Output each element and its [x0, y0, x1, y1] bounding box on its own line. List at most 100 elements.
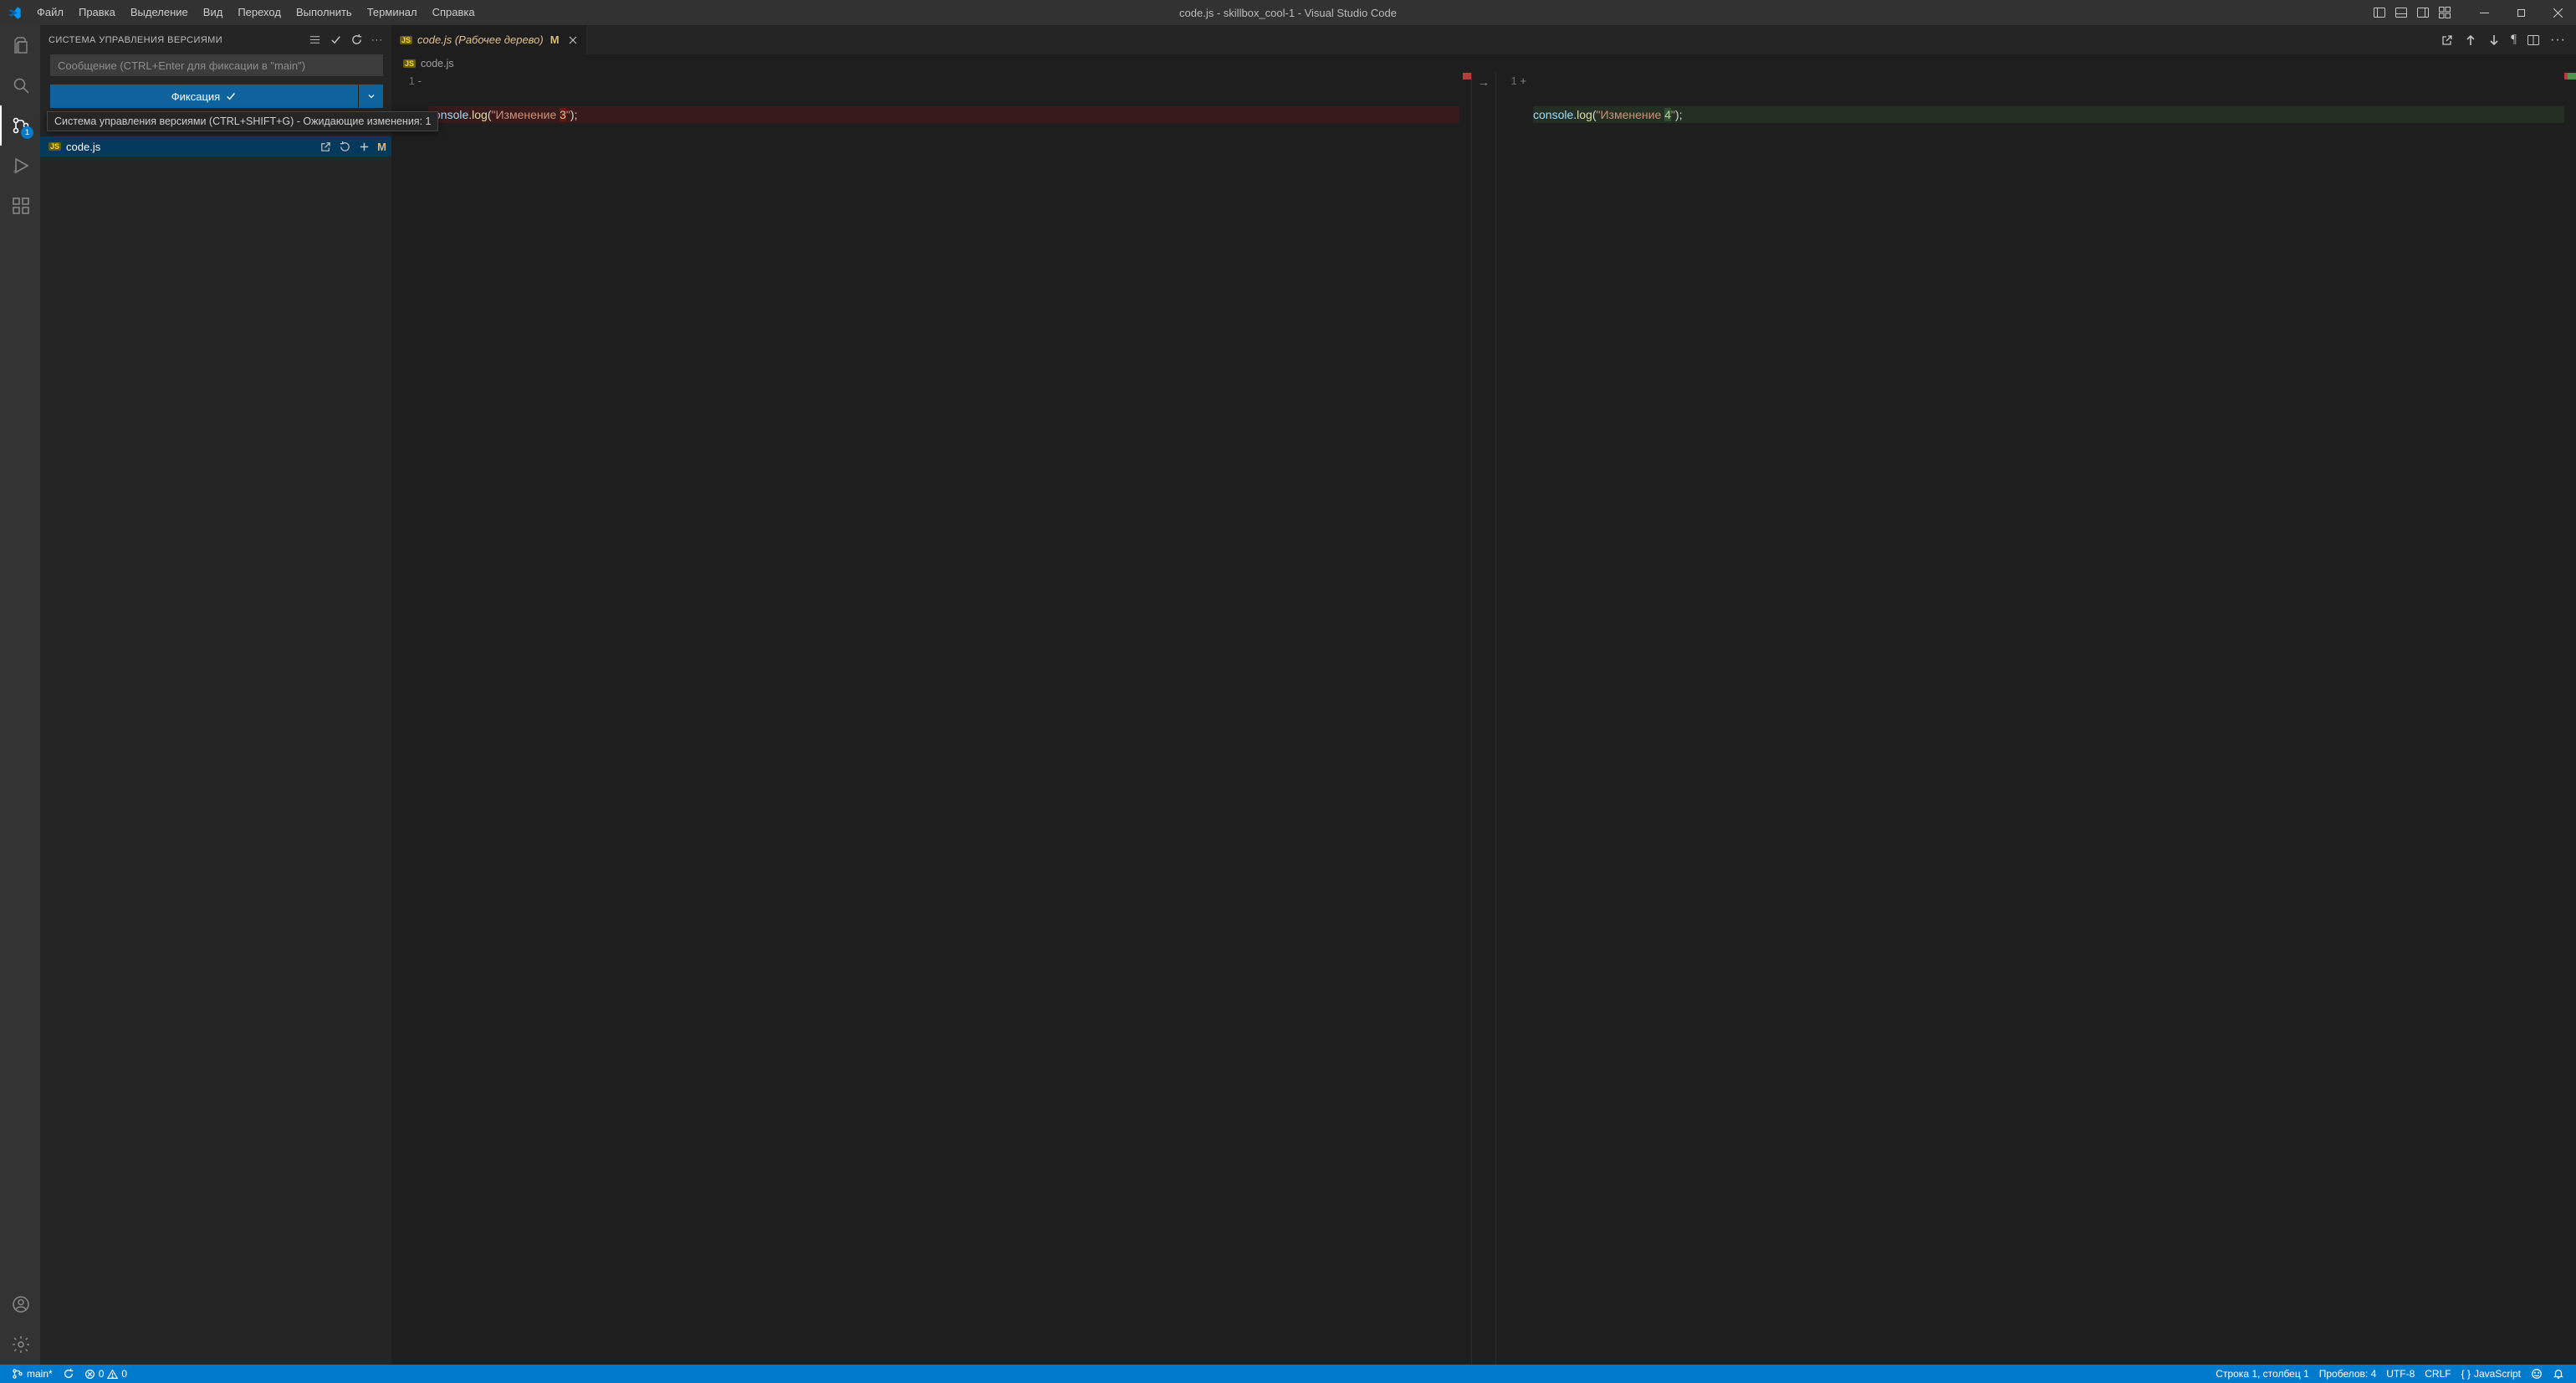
- status-problems[interactable]: 0 0: [79, 1368, 132, 1380]
- menu-view[interactable]: Вид: [196, 0, 231, 25]
- status-sync[interactable]: [58, 1368, 79, 1380]
- commit-button-label: Фиксация: [171, 90, 220, 103]
- close-window-icon[interactable]: [2539, 0, 2576, 25]
- menu-go-label: Переход: [238, 6, 281, 18]
- minimize-window-icon[interactable]: [2466, 0, 2502, 25]
- split-editor-icon[interactable]: [2527, 33, 2540, 48]
- js-file-icon: JS: [400, 36, 412, 44]
- status-feedback[interactable]: [2526, 1368, 2548, 1380]
- breadcrumb[interactable]: JS code.js: [391, 54, 2576, 73]
- window-controls: [2466, 0, 2576, 25]
- status-eol[interactable]: CRLF: [2420, 1368, 2456, 1380]
- next-change-icon[interactable]: [2487, 33, 2501, 48]
- tok: "Изменение: [492, 108, 560, 121]
- status-eol-label: CRLF: [2425, 1368, 2451, 1380]
- menu-terminal[interactable]: Терминал: [360, 0, 425, 25]
- file-status-badge: M: [377, 141, 386, 153]
- menu-select[interactable]: Выделение: [123, 0, 196, 25]
- discard-changes-icon[interactable]: [339, 141, 351, 153]
- open-file-icon[interactable]: [319, 141, 332, 153]
- status-bar: main* 0 0 Строка 1, столбец 1 Пробелов: …: [0, 1365, 2576, 1383]
- left-lineno: 1: [409, 74, 415, 87]
- js-file-icon: JS: [49, 142, 61, 151]
- menu-file[interactable]: Файл: [29, 0, 71, 25]
- commit-more-button[interactable]: [358, 85, 383, 108]
- status-indent[interactable]: Пробелов: 4: [2314, 1368, 2382, 1380]
- scm-tooltip: Система управления версиями (CTRL+SHIFT+…: [47, 111, 438, 131]
- scm-more-icon[interactable]: ···: [371, 35, 383, 45]
- scm-refresh-icon[interactable]: [350, 33, 363, 46]
- status-indent-label: Пробелов: 4: [2319, 1368, 2377, 1380]
- diff-modified-pane[interactable]: 1 + console.log("Изменение 4");: [1496, 73, 2576, 1365]
- menu-run[interactable]: Выполнить: [289, 0, 360, 25]
- status-notifications[interactable]: [2548, 1368, 2569, 1380]
- breadcrumb-file: code.js: [421, 58, 454, 69]
- status-branch-label: main*: [27, 1368, 53, 1380]
- menu-bar: Файл Правка Выделение Вид Переход Выполн…: [29, 0, 483, 25]
- toggle-whitespace-icon[interactable]: ¶: [2511, 33, 2517, 48]
- titlebar: Файл Правка Выделение Вид Переход Выполн…: [0, 0, 2576, 25]
- scm-view-tree-icon[interactable]: [309, 33, 321, 46]
- editor-tab-label: code.js (Рабочее дерево): [417, 33, 544, 46]
- overview-ruler-left[interactable]: [1459, 73, 1471, 1365]
- status-encoding[interactable]: UTF-8: [2381, 1368, 2420, 1380]
- stage-changes-icon[interactable]: [358, 141, 371, 153]
- scm-file-name: code.js: [66, 141, 100, 153]
- layout-controls: [2369, 0, 2456, 25]
- status-encoding-label: UTF-8: [2386, 1368, 2415, 1380]
- maximize-window-icon[interactable]: [2502, 0, 2539, 25]
- tabs-row: JS code.js (Рабочее дерево) M ¶ ···: [391, 25, 2576, 54]
- menu-terminal-label: Терминал: [367, 6, 417, 18]
- toggle-primary-sidebar-icon[interactable]: [2369, 0, 2390, 25]
- commit-message-input[interactable]: [50, 54, 383, 76]
- activity-explorer-icon[interactable]: [0, 25, 40, 65]
- customize-layout-icon[interactable]: [2434, 0, 2456, 25]
- activity-settings-icon[interactable]: [0, 1324, 40, 1365]
- editor-actions: ¶ ···: [2430, 33, 2576, 48]
- toggle-panel-icon[interactable]: [2390, 0, 2412, 25]
- activity-bar: 1: [0, 25, 40, 1365]
- status-branch[interactable]: main*: [7, 1368, 58, 1380]
- scm-sidebar: СИСТЕМА УПРАВЛЕНИЯ ВЕРСИЯМИ ··· Фиксация: [40, 25, 391, 1365]
- status-cursor-label: Строка 1, столбец 1: [2216, 1368, 2308, 1380]
- left-sign: -: [418, 74, 422, 87]
- status-warnings: 0: [121, 1368, 127, 1380]
- editor-more-icon[interactable]: ···: [2550, 33, 2566, 48]
- go-to-file-icon[interactable]: [2441, 33, 2454, 48]
- toggle-secondary-sidebar-icon[interactable]: [2412, 0, 2434, 25]
- menu-select-label: Выделение: [130, 6, 188, 18]
- scm-changed-file-row[interactable]: JS code.js M: [40, 136, 391, 156]
- menu-file-label: Файл: [37, 6, 64, 18]
- tok: log: [472, 108, 488, 121]
- menu-edit[interactable]: Правка: [71, 0, 123, 25]
- scm-commit-icon[interactable]: [330, 33, 342, 46]
- arrow-right-icon: →: [1478, 75, 1490, 90]
- activity-run-icon[interactable]: [0, 146, 40, 186]
- close-tab-icon[interactable]: [568, 35, 578, 45]
- scm-header: СИСТЕМА УПРАВЛЕНИЯ ВЕРСИЯМИ ···: [40, 25, 391, 54]
- diff-view: 1 - console.log("Изменение 3"); → 1 + co…: [391, 73, 2576, 1365]
- activity-scm-icon[interactable]: 1: [0, 105, 40, 146]
- tok: 3: [560, 108, 566, 121]
- diff-original-pane[interactable]: 1 - console.log("Изменение 3");: [391, 73, 1471, 1365]
- activity-search-icon[interactable]: [0, 65, 40, 105]
- overview-ruler-right[interactable]: [2564, 73, 2576, 1365]
- scm-panel-title: СИСТЕМА УПРАВЛЕНИЯ ВЕРСИЯМИ: [49, 35, 222, 45]
- status-language[interactable]: { } JavaScript: [2456, 1368, 2526, 1380]
- braces-icon: { }: [2461, 1368, 2471, 1380]
- activity-extensions-icon[interactable]: [0, 186, 40, 226]
- menu-edit-label: Правка: [79, 6, 115, 18]
- workbench: 1 СИСТЕМА УПРАВЛЕНИЯ ВЕРСИЯМИ: [0, 25, 2576, 1365]
- tok: console: [1533, 108, 1573, 121]
- activity-account-icon[interactable]: [0, 1284, 40, 1324]
- menu-view-label: Вид: [203, 6, 223, 18]
- menu-help[interactable]: Справка: [425, 0, 483, 25]
- window-title: code.js - skillbox_cool-1 - Visual Studi…: [1179, 7, 1397, 19]
- status-cursor[interactable]: Строка 1, столбец 1: [2211, 1368, 2313, 1380]
- editor-tab-status: M: [550, 33, 560, 46]
- right-lineno: 1: [1511, 74, 1517, 87]
- commit-button[interactable]: Фиксация: [50, 85, 358, 108]
- menu-go[interactable]: Переход: [230, 0, 289, 25]
- prev-change-icon[interactable]: [2464, 33, 2477, 48]
- editor-tab[interactable]: JS code.js (Рабочее дерево) M: [391, 25, 587, 54]
